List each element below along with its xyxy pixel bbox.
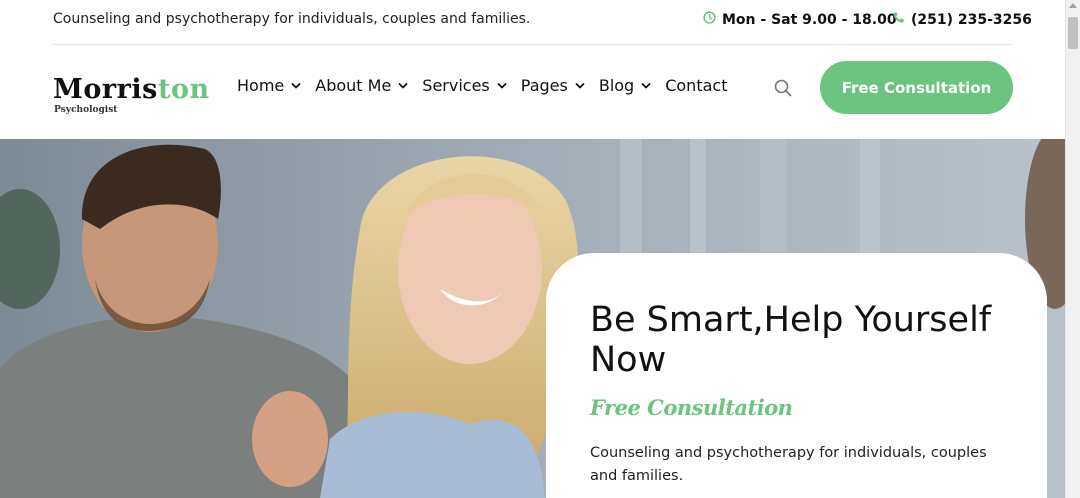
chevron-down-icon	[497, 82, 507, 88]
site-logo[interactable]: Morris ton Psychologist	[53, 74, 213, 122]
phone-contact[interactable]: (251) 235-3256	[892, 11, 1032, 28]
nav-label: About Me	[315, 76, 392, 95]
chevron-down-icon	[641, 82, 651, 88]
phone-icon	[892, 11, 905, 28]
clock-icon	[703, 11, 716, 28]
top-bar: Counseling and psychotherapy for individ…	[0, 0, 1065, 44]
chevron-down-icon	[291, 82, 301, 88]
hero-banner: Be Smart,Help Yourself Now Free Consulta…	[0, 139, 1065, 498]
nav-item-blog[interactable]: Blog	[599, 76, 651, 95]
nav-label: Services	[422, 76, 490, 95]
nav-label: Contact	[665, 76, 728, 95]
scrollbar-thumb[interactable]	[1068, 17, 1078, 49]
chevron-down-icon	[398, 82, 408, 88]
nav-item-services[interactable]: Services	[422, 76, 507, 95]
search-icon[interactable]	[773, 78, 793, 98]
phone-number[interactable]: (251) 235-3256	[911, 12, 1032, 28]
hero-card: Be Smart,Help Yourself Now Free Consulta…	[546, 253, 1047, 498]
top-tagline: Counseling and psychotherapy for individ…	[53, 11, 531, 27]
nav-item-about-me[interactable]: About Me	[315, 76, 408, 95]
nav-label: Blog	[598, 76, 635, 95]
hero-description: Counseling and psychotherapy for individ…	[590, 445, 987, 484]
logo-subtitle: Psychologist	[54, 105, 118, 115]
nav-item-home[interactable]: Home	[237, 76, 301, 95]
page-scrollbar[interactable]	[1065, 0, 1080, 498]
header-divider	[53, 44, 1013, 45]
hero-heading: Be Smart,Help Yourself Now	[590, 300, 992, 380]
free-consultation-button[interactable]: Free Consultation	[820, 61, 1013, 114]
nav-item-pages[interactable]: Pages	[521, 76, 585, 95]
main-nav: Home About Me Services Pages Blog Contac…	[237, 76, 741, 95]
logo-word-2: ton	[158, 74, 210, 105]
hero-consultation-link[interactable]: Free Consultation	[590, 395, 793, 420]
logo-word-1: Morris	[53, 74, 158, 105]
nav-label: Pages	[520, 76, 568, 95]
nav-label: Home	[237, 76, 285, 95]
business-hours: Mon - Sat 9.00 - 18.00	[703, 11, 897, 28]
nav-item-contact[interactable]: Contact	[665, 76, 727, 95]
hours-text: Mon - Sat 9.00 - 18.00	[722, 11, 897, 28]
chevron-down-icon	[575, 82, 585, 88]
scroll-up-arrow-icon[interactable]	[1069, 3, 1077, 8]
